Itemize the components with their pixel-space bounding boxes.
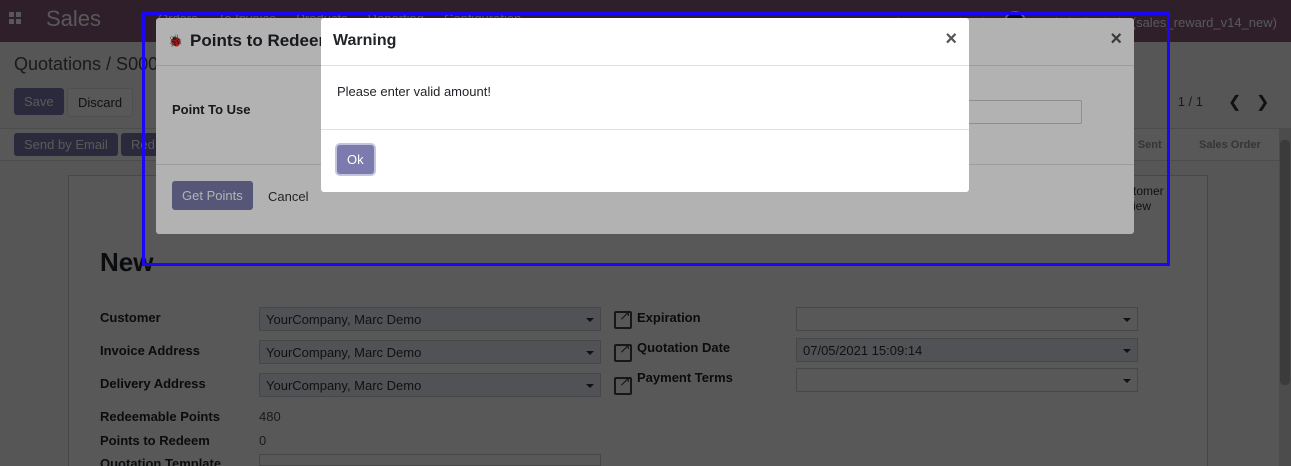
warning-header: Warning × [321,18,969,66]
warning-message: Please enter valid amount! [337,84,491,99]
close-icon[interactable]: × [945,28,957,51]
warning-dialog: Warning × Please enter valid amount! Ok [321,18,969,192]
ok-button[interactable]: Ok [337,145,374,174]
warning-title: Warning [333,32,397,49]
warning-footer [321,129,969,192]
